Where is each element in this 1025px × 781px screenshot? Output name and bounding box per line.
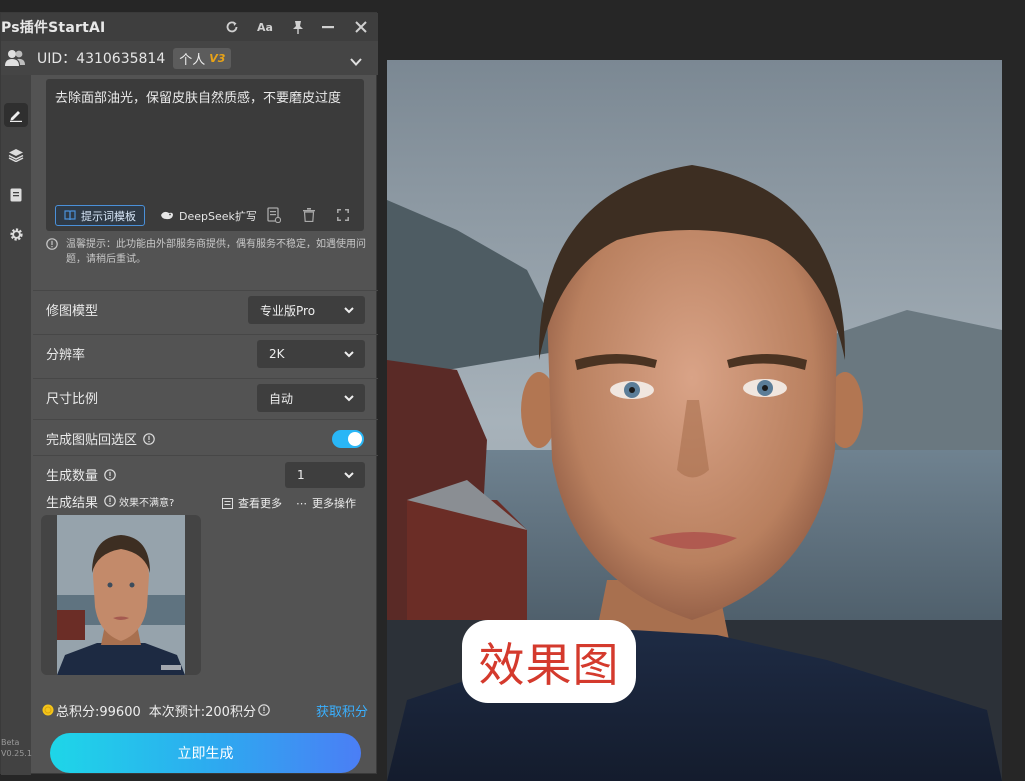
resolution-label: 分辨率 [46,348,86,363]
deepseek-expand-button[interactable]: DeepSeek扩写 [160,205,257,226]
count-label-group: 生成数量 [46,465,116,484]
view-more-label: 查看更多 [238,497,282,510]
uid-text: UID：4310635814 [37,51,166,67]
app-title: Ps插件StartAI [1,20,106,36]
get-points-link[interactable]: 获取积分 [316,701,368,720]
count-value: 1 [297,468,305,482]
points-footer: 总积分:99600 本次预计:200积分 获取积分 [33,697,378,723]
resolution-row: 分辨率 2K [33,334,378,372]
ellipsis-icon: ⋯ [296,496,307,510]
fullscreen-icon[interactable] [335,207,351,223]
user-bar[interactable]: UID：4310635814 个人 V3 [1,41,378,75]
chevron-down-icon[interactable] [350,52,362,71]
notice: 温馨提示：此功能由外部服务商提供，偶有服务不稳定，如遇使用问题，请稍后重试。 [46,237,371,267]
paste-back-row: 完成图贴回选区 [33,419,378,457]
count-select[interactable]: 1 [285,462,365,488]
history-prompt-icon[interactable] [266,207,282,223]
version-info: Beta V0.25.1 [1,737,32,759]
more-actions-label: 更多操作 [312,497,356,510]
pen-icon [10,111,22,122]
model-value: 专业版Pro [260,303,316,318]
book-icon [64,210,76,221]
toggle-knob [348,432,362,446]
unsatisfied-link[interactable]: 效果不满意? [119,494,174,509]
chevron-down-icon [344,351,354,358]
prompt-template-label: 提示词模板 [81,209,136,223]
beta-label: Beta [1,738,20,747]
close-icon[interactable] [352,18,370,36]
results-label-group: 生成结果 效果不满意? [46,492,174,511]
info-circle-icon[interactable] [258,704,270,716]
sidebar-item-layers[interactable] [4,143,28,167]
layers-icon [8,149,24,162]
version-label: V0.25.1 [1,749,32,758]
plan-level: V3 [209,51,226,65]
model-label: 修图模型 [46,304,99,319]
ratio-label: 尺寸比例 [46,392,99,407]
sidebar-item-edit[interactable] [4,103,28,127]
plugin-panel: Ps插件StartAI Aa UID：4310635814 个人 V3 Beta… [0,12,378,775]
ratio-row: 尺寸比例 自动 [33,378,378,416]
model-row: 修图模型 专业版Pro [33,290,378,328]
sidebar-item-settings[interactable] [4,222,28,246]
deepseek-icon [161,211,173,220]
info-circle-icon[interactable] [104,495,116,507]
result-card[interactable] [41,515,201,675]
sidebar: Beta V0.25.1 [1,75,32,775]
title-bar[interactable]: Ps插件StartAI Aa [1,13,378,41]
minimize-icon[interactable] [319,18,337,36]
model-select[interactable]: 专业版Pro [248,296,365,324]
prompt-template-button[interactable]: 提示词模板 [55,205,145,226]
plan-label: 个人 [179,52,206,68]
chevron-down-icon [344,472,354,479]
prompt-text[interactable]: 去除面部油光，保留皮肤自然质感，不要磨皮过度 [55,89,355,108]
result-thumbnail[interactable] [57,515,185,675]
notice-text: 温馨提示：此功能由外部服务商提供，偶有服务不稳定，如遇使用问题，请稍后重试。 [66,239,366,265]
estimate-points: 本次预计:200积分 [148,704,256,720]
ratio-select[interactable]: 自动 [257,384,365,412]
resolution-select[interactable]: 2K [257,340,365,368]
effect-badge: 效果图 [466,624,632,699]
paste-back-label-group: 完成图贴回选区 [46,429,155,448]
ratio-value: 自动 [269,391,294,406]
prompt-input[interactable]: 去除面部油光，保留皮肤自然质感，不要磨皮过度 提示词模板 DeepSeek扩写 [46,79,364,231]
total-points: 总积分:99600 [56,704,141,720]
trash-icon[interactable] [301,207,317,223]
sidebar-item-history[interactable] [4,183,28,207]
results-label: 生成结果 [46,495,99,511]
users-icon [5,49,25,71]
font-size-icon[interactable]: Aa [256,18,274,36]
view-more-button[interactable]: 查看更多 [222,495,282,511]
resolution-value: 2K [269,347,285,361]
info-circle-icon[interactable] [143,432,155,445]
coin-icon [42,704,54,716]
pin-icon[interactable] [289,18,307,36]
document-icon [10,188,22,202]
gear-icon [9,227,23,241]
info-circle-icon[interactable] [104,468,116,481]
refresh-icon[interactable] [223,18,241,36]
deepseek-expand-label: DeepSeek扩写 [179,209,257,223]
list-icon [222,497,233,509]
paste-back-label: 完成图贴回选区 [46,433,138,448]
more-actions-button[interactable]: ⋯ 更多操作 [296,495,356,511]
generate-button[interactable]: 立即生成 [50,733,361,773]
info-circle-icon [46,238,58,255]
chevron-down-icon [344,307,354,314]
paste-back-toggle[interactable] [332,430,364,448]
main-content: 去除面部油光，保留皮肤自然质感，不要磨皮过度 提示词模板 DeepSeek扩写 [33,75,378,775]
chevron-down-icon [344,395,354,402]
results-header: 生成结果 效果不满意? 查看更多 ⋯ 更多操作 [33,488,378,514]
plan-badge: 个人 V3 [173,47,232,69]
count-label: 生成数量 [46,469,99,484]
